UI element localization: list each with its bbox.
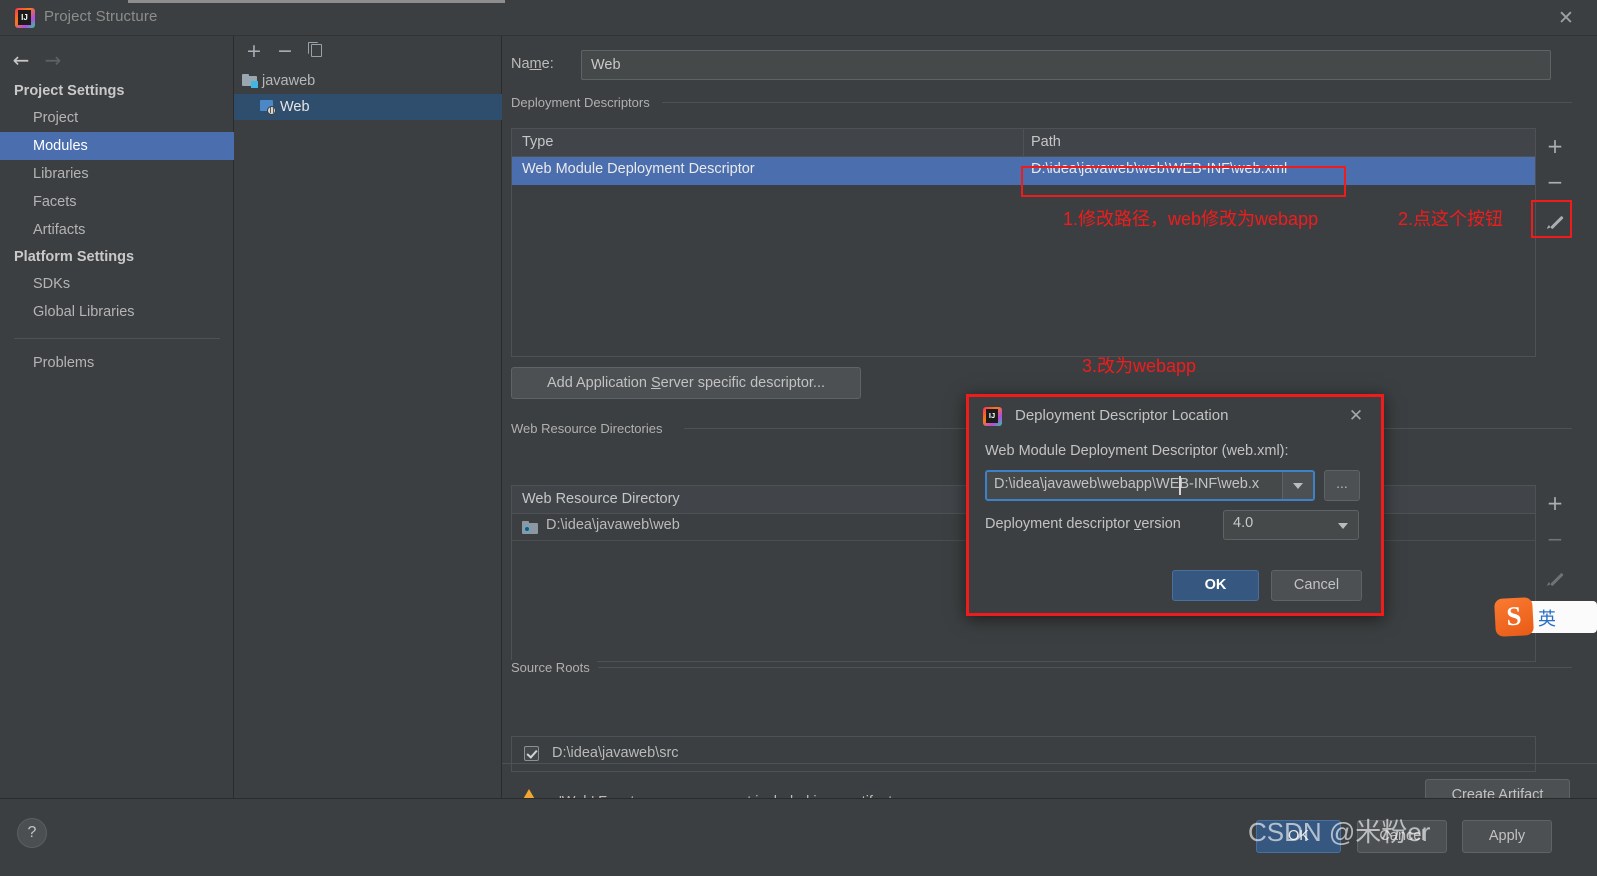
sidebar-item-artifacts[interactable]: Artifacts — [0, 216, 234, 244]
dialog-footer: ? OK Cancel Apply — [0, 798, 1597, 876]
deployment-descriptors-table: Type Path Web Module Deployment Descript… — [511, 128, 1536, 357]
module-name-row: Name: — [511, 50, 1591, 82]
table-header: Type Path — [512, 129, 1535, 157]
sidebar-item-libraries[interactable]: Libraries — [0, 160, 234, 188]
sidebar-item-global-libraries[interactable]: Global Libraries — [0, 298, 234, 326]
content-divider — [502, 763, 1597, 764]
descriptor-path-combo[interactable]: D:\idea\javaweb\webapp\WEB-INF\web.x — [985, 470, 1315, 501]
module-name-input[interactable] — [581, 50, 1551, 80]
dialog-title: Deployment Descriptor Location — [1015, 407, 1229, 424]
descriptor-path-value: D:\idea\javaweb\webapp\WEB-INF\web.x — [994, 476, 1260, 492]
table-row[interactable]: D:\idea\javaweb\src — [512, 737, 1535, 771]
pencil-icon — [1547, 212, 1564, 229]
column-divider — [1023, 129, 1024, 157]
project-structure-window: Project Structure ✕ ← → Project Settings… — [0, 0, 1597, 876]
table-row[interactable]: Web Module Deployment Descriptor D:\idea… — [512, 157, 1535, 185]
name-label: Name: — [511, 56, 554, 72]
column-header-type: Type — [522, 134, 554, 150]
add-module-button[interactable]: + — [241, 40, 267, 64]
column-header-path: Path — [1031, 134, 1061, 150]
cell-path: D:\idea\javaweb\web — [546, 517, 680, 533]
title-accent-line — [128, 0, 505, 3]
settings-sidebar: ← → Project Settings Project Modules Lib… — [0, 36, 234, 798]
tree-item-label: javaweb — [262, 73, 316, 89]
cancel-button[interactable]: Cancel — [1357, 820, 1447, 853]
tree-item-javaweb[interactable]: javaweb — [234, 68, 502, 94]
copy-icon[interactable] — [303, 40, 329, 64]
section-divider — [662, 102, 1572, 103]
source-root-checkbox[interactable] — [524, 746, 539, 761]
intellij-logo-icon — [15, 8, 35, 28]
text-caret — [1179, 476, 1181, 495]
remove-module-button[interactable]: − — [272, 40, 298, 64]
descriptor-version-label: Deployment descriptor version — [985, 516, 1181, 532]
sidebar-item-modules[interactable]: Modules — [0, 132, 234, 160]
column-header-web-resource-directory: Web Resource Directory — [522, 491, 680, 507]
apply-button[interactable]: Apply — [1462, 820, 1552, 853]
sidebar-item-problems[interactable]: Problems — [0, 349, 234, 377]
window-title: Project Structure — [44, 8, 158, 25]
descriptor-version-value: 4.0 — [1233, 515, 1254, 531]
dialog-cancel-button[interactable]: Cancel — [1271, 570, 1362, 601]
remove-web-resource-button[interactable]: − — [1536, 521, 1574, 557]
ok-button[interactable]: OK — [1256, 820, 1341, 853]
sidebar-group-project-settings: Project Settings — [14, 83, 125, 99]
dialog-ok-button[interactable]: OK — [1172, 570, 1259, 601]
tree-item-label: Web — [280, 99, 310, 115]
remove-descriptor-button[interactable]: − — [1536, 164, 1574, 200]
arrow-right-icon[interactable]: → — [40, 48, 66, 72]
sidebar-nav: ← → — [0, 44, 234, 78]
sidebar-item-project[interactable]: Project — [0, 104, 234, 132]
sidebar-divider — [14, 338, 220, 339]
sidebar-group-platform-settings: Platform Settings — [14, 249, 135, 265]
add-app-server-descriptor-button[interactable]: Add Application Server specific descript… — [511, 367, 861, 399]
sogou-logo-icon: S — [1494, 597, 1534, 637]
sidebar-item-sdks[interactable]: SDKs — [0, 270, 234, 298]
add-descriptor-button[interactable]: + — [1536, 128, 1574, 164]
descriptor-version-select[interactable]: 4.0 — [1223, 510, 1359, 540]
title-bar: Project Structure ✕ — [0, 0, 1597, 36]
close-icon[interactable]: ✕ — [1547, 5, 1585, 31]
ime-mode-label: 英 — [1538, 609, 1556, 629]
web-dir-icon — [522, 521, 538, 534]
cell-path: D:\idea\javaweb\src — [552, 745, 679, 761]
deployment-descriptors-section-label: Deployment Descriptors — [511, 95, 657, 110]
cell-path: D:\idea\javaweb\web\WEB-INF\web.xml — [1031, 161, 1288, 177]
source-roots-section-label: Source Roots — [511, 660, 597, 675]
deployment-descriptor-location-dialog: Deployment Descriptor Location ✕ Web Mod… — [966, 394, 1384, 616]
module-tree-panel: + − javaweb Web — [234, 36, 502, 798]
add-web-resource-button[interactable]: + — [1536, 485, 1574, 521]
section-divider — [598, 667, 1572, 668]
sogou-ime-widget[interactable]: 英 S — [1494, 596, 1597, 638]
ime-mode-panel[interactable]: 英 — [1528, 601, 1597, 633]
deployment-descriptors-toolbar: + − — [1536, 128, 1574, 357]
descriptor-path-label: Web Module Deployment Descriptor (web.xm… — [985, 443, 1289, 459]
pencil-icon — [1547, 569, 1564, 586]
intellij-logo-icon — [983, 407, 1002, 426]
close-icon[interactable]: ✕ — [1343, 404, 1369, 428]
dialog-title-bar: Deployment Descriptor Location ✕ — [969, 397, 1381, 437]
help-button[interactable]: ? — [17, 818, 47, 848]
chevron-down-icon — [1338, 523, 1348, 529]
chevron-down-icon[interactable] — [1282, 472, 1313, 499]
edit-descriptor-button[interactable] — [1536, 200, 1574, 236]
sidebar-item-facets[interactable]: Facets — [0, 188, 234, 216]
web-resource-directories-section-label: Web Resource Directories — [511, 421, 670, 436]
web-module-icon — [260, 99, 276, 115]
edit-web-resource-button[interactable] — [1536, 557, 1574, 593]
project-folder-icon — [242, 74, 258, 89]
browse-button[interactable]: ... — [1324, 470, 1360, 501]
tree-item-web[interactable]: Web — [234, 94, 502, 120]
source-roots-table: D:\idea\javaweb\src — [511, 736, 1536, 772]
arrow-left-icon[interactable]: ← — [8, 48, 34, 72]
cell-type: Web Module Deployment Descriptor — [522, 161, 755, 177]
module-toolbar: + − — [234, 36, 502, 68]
